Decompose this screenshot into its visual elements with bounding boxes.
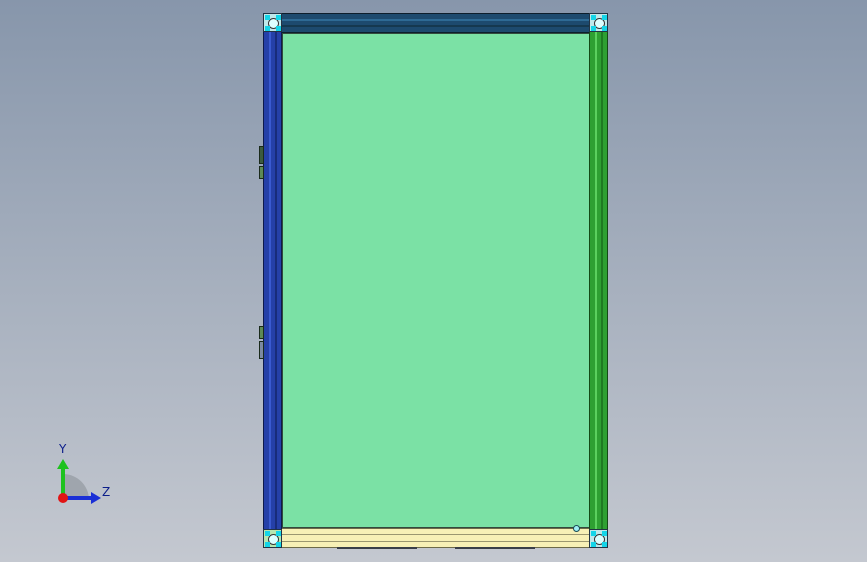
corner-marker-icon xyxy=(591,531,596,536)
corner-marker-icon xyxy=(602,26,607,31)
top-rail[interactable] xyxy=(279,13,592,33)
bottom-rail[interactable] xyxy=(279,528,592,548)
mounting-hole[interactable] xyxy=(573,525,580,532)
coordinate-triad: Y Z xyxy=(50,442,120,512)
right-rail[interactable] xyxy=(589,29,608,532)
corner-marker-icon xyxy=(276,531,281,536)
corner-marker-icon xyxy=(265,15,270,20)
corner-marker-icon xyxy=(265,531,270,536)
front-panel[interactable] xyxy=(282,33,590,528)
corner-marker-icon xyxy=(591,542,596,547)
corner-marker-icon xyxy=(265,26,270,31)
triad-z-arrow-icon xyxy=(91,492,101,504)
bottom-foot-right[interactable] xyxy=(455,547,535,549)
hinge-bracket-upper-lower[interactable] xyxy=(259,166,264,179)
bottom-foot-left[interactable] xyxy=(337,547,417,549)
corner-marker-icon xyxy=(276,26,281,31)
triad-origin-icon xyxy=(58,493,68,503)
triad-z-label: Z xyxy=(102,485,111,499)
corner-marker-icon xyxy=(591,15,596,20)
corner-bracket-bottom-left[interactable] xyxy=(263,529,282,548)
hinge-bracket-upper[interactable] xyxy=(259,146,264,164)
corner-marker-icon xyxy=(602,531,607,536)
corner-marker-icon xyxy=(265,542,270,547)
hinge-bracket-lower-plate[interactable] xyxy=(259,341,264,359)
corner-marker-icon xyxy=(276,15,281,20)
left-rail[interactable] xyxy=(263,29,282,532)
frame-assembly[interactable] xyxy=(263,13,608,548)
corner-bracket-top-right[interactable] xyxy=(589,13,608,32)
corner-bracket-top-left[interactable] xyxy=(263,13,282,32)
corner-bracket-bottom-right[interactable] xyxy=(589,529,608,548)
hinge-bracket-lower[interactable] xyxy=(259,326,264,339)
corner-marker-icon xyxy=(602,15,607,20)
graphics-viewport[interactable]: Y Z xyxy=(0,0,867,562)
corner-marker-icon xyxy=(591,26,596,31)
triad-y-label: Y xyxy=(59,442,67,456)
triad-y-arrow-icon xyxy=(57,459,69,469)
corner-marker-icon xyxy=(602,542,607,547)
corner-marker-icon xyxy=(276,542,281,547)
